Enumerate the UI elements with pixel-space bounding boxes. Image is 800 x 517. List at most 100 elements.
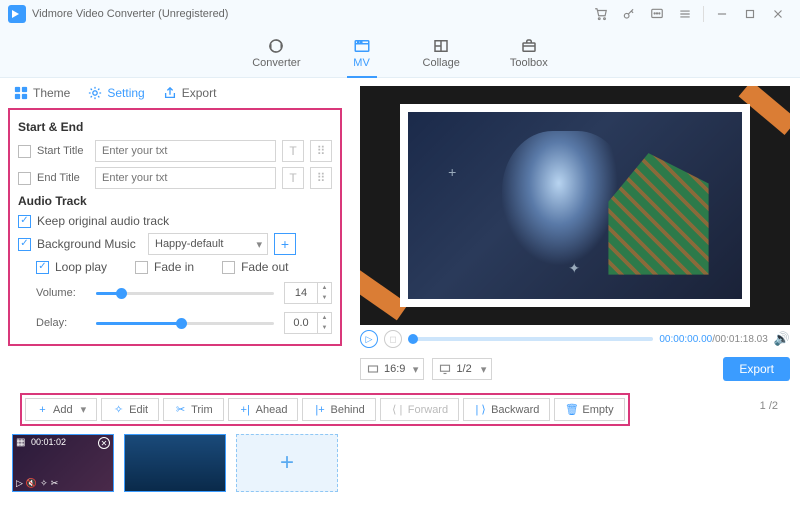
behind-button[interactable]: |+Behind [302,398,375,421]
feedback-icon[interactable] [647,4,667,24]
subtabs: Theme Setting Export [0,78,350,108]
menu-icon[interactable] [675,4,695,24]
bg-music-label: Background Music [37,237,142,251]
start-title-input[interactable] [95,140,276,162]
app-title: Vidmore Video Converter (Unregistered) [32,8,228,20]
ahead-button[interactable]: +|Ahead [228,398,299,421]
collage-icon [430,37,452,55]
play-button[interactable]: ▷ [360,330,378,348]
start-title-checkbox[interactable] [18,145,31,158]
page-indicator: 1 /2 [760,400,790,412]
volume-value[interactable]: 14▲▼ [284,282,332,304]
play-icon[interactable]: ▷ [16,478,23,489]
end-title-checkbox[interactable] [18,172,31,185]
spin-up-icon[interactable]: ▲ [318,313,331,323]
effect-icon[interactable]: ✧ [40,478,48,489]
clip-duration: 00:01:02 [31,437,66,447]
progress-bar[interactable] [408,337,653,341]
trim-button[interactable]: ✂Trim [163,398,224,421]
cut-icon[interactable]: ✂ [51,478,59,489]
behind-icon: |+ [313,404,326,416]
loop-label: Loop play [55,260,107,274]
spin-up-icon[interactable]: ▲ [318,283,331,293]
clip-thumb-2[interactable] [124,434,226,492]
bg-music-select[interactable]: Happy-default [148,233,268,255]
text-options-icon[interactable]: ⠿ [310,140,332,162]
section-audio: Audio Track [18,194,332,208]
fadein-checkbox[interactable] [135,261,148,274]
format-bar: 16:9 1/2 Export [360,353,790,385]
nav-converter[interactable]: Converter [252,37,300,69]
keep-original-label: Keep original audio track [37,214,169,228]
start-title-label: Start Title [37,145,89,157]
forward-icon: ⟨ | [391,403,404,416]
preview: + + ✦ [360,86,790,325]
empty-button[interactable]: 🗑Empty [554,398,624,421]
nav-label: Converter [252,57,300,69]
export-button[interactable]: Export [723,357,790,381]
nav-label: MV [353,57,370,69]
nav-mv[interactable]: MV [351,37,373,69]
tab-label: Setting [107,86,144,100]
ahead-icon: +| [239,404,252,416]
thumbnails: ▦ 00:01:02 ✕ ▷🔇✧✂ + [0,426,800,500]
wand-icon: ✧ [112,403,125,416]
aspect-icon [367,363,379,375]
delay-label: Delay: [36,317,86,329]
add-music-button[interactable]: + [274,233,296,255]
timecode: 00:00:00.00/00:01:18.03 [659,334,767,345]
volume-icon[interactable]: 🔊 [774,331,790,347]
maximize-icon[interactable] [740,4,760,24]
key-icon[interactable] [619,4,639,24]
edit-button[interactable]: ✧Edit [101,398,159,421]
clip-thumb-1[interactable]: ▦ 00:01:02 ✕ ▷🔇✧✂ [12,434,114,492]
forward-button[interactable]: ⟨ |Forward [380,398,459,421]
section-start-end: Start & End [18,120,332,134]
text-style-icon[interactable]: T [282,140,304,162]
tab-export[interactable]: Export [163,86,217,100]
cart-icon[interactable] [591,4,611,24]
clip-toolbar: +Add▾ ✧Edit ✂Trim +|Ahead |+Behind ⟨ |Fo… [20,393,630,426]
close-icon[interactable] [768,4,788,24]
remove-clip-icon[interactable]: ✕ [98,437,110,449]
end-title-label: End Title [37,172,89,184]
theme-icon [14,86,28,100]
bg-music-checkbox[interactable] [18,238,31,251]
fadein-label: Fade in [154,260,194,274]
add-button[interactable]: +Add▾ [25,398,97,421]
delay-slider[interactable] [96,316,274,330]
tab-setting[interactable]: Setting [88,86,144,100]
trash-icon: 🗑 [565,403,578,416]
backward-icon: | ⟩ [474,403,487,416]
nav-collage[interactable]: Collage [423,37,460,69]
mute-icon[interactable]: 🔇 [26,478,37,489]
add-clip-button[interactable]: + [236,434,338,492]
volume-slider[interactable] [96,286,274,300]
nav-label: Collage [423,57,460,69]
scissors-icon: ✂ [174,403,187,416]
gear-icon [88,86,102,100]
text-options-icon[interactable]: ⠿ [310,167,332,189]
export-icon [163,86,177,100]
text-style-icon[interactable]: T [282,167,304,189]
aspect-select[interactable]: 16:9 [360,358,424,380]
spin-down-icon[interactable]: ▼ [318,323,331,333]
toolbox-icon [518,37,540,55]
top-nav: Converter MV Collage Toolbox [0,28,800,78]
nav-toolbox[interactable]: Toolbox [510,37,548,69]
fadeout-checkbox[interactable] [222,261,235,274]
fraction-select[interactable]: 1/2 [432,358,492,380]
stop-button[interactable]: ◻ [384,330,402,348]
bg-music-value: Happy-default [155,238,224,250]
preview-image: + + ✦ [408,112,742,299]
keep-original-checkbox[interactable] [18,215,31,228]
screen-icon [439,363,451,375]
delay-value[interactable]: 0.0▲▼ [284,312,332,334]
backward-button[interactable]: | ⟩Backward [463,398,550,421]
tab-theme[interactable]: Theme [14,86,70,100]
end-title-input[interactable] [95,167,276,189]
tab-label: Export [182,86,217,100]
minimize-icon[interactable] [712,4,732,24]
spin-down-icon[interactable]: ▼ [318,293,331,303]
loop-checkbox[interactable] [36,261,49,274]
